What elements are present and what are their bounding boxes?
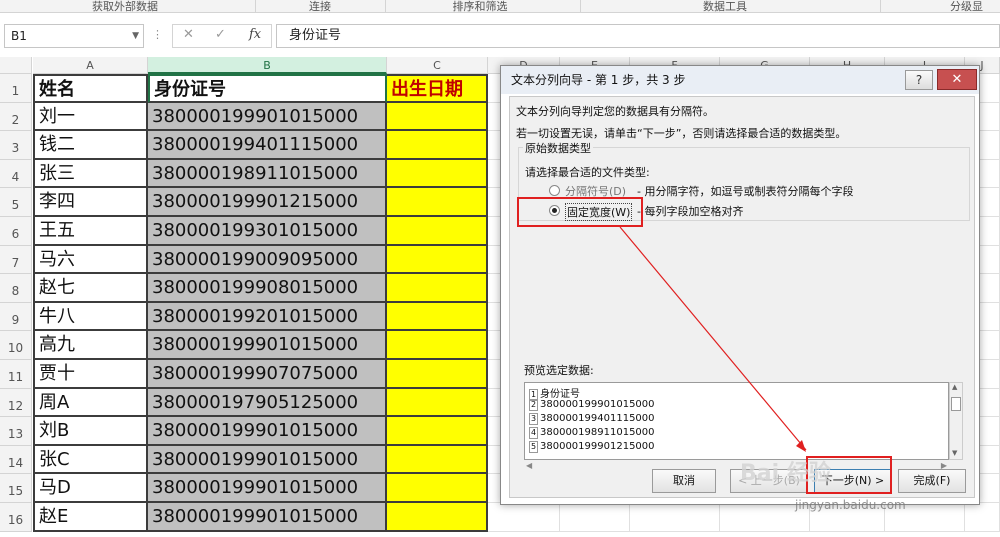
watermark-url: jingyan.baidu.com bbox=[795, 498, 906, 512]
annotation-arrow bbox=[619, 226, 807, 452]
watermark-logo: Bai 经验 bbox=[740, 461, 831, 486]
